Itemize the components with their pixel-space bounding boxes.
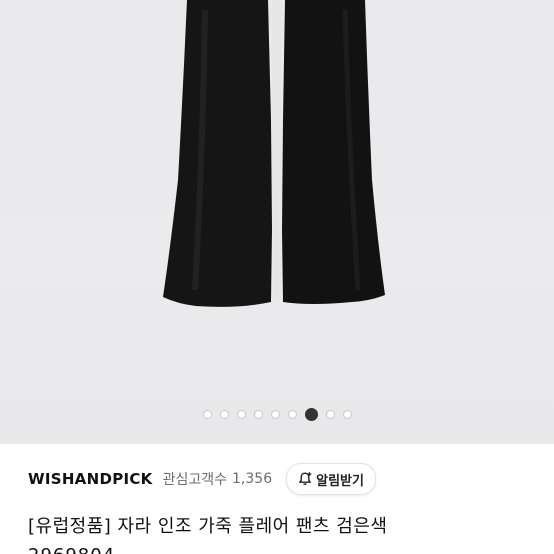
follower-label: 관심고객수 [162, 472, 228, 488]
product-photo [163, 0, 385, 307]
seller-name[interactable]: WISHANDPICK [28, 470, 153, 488]
product-code: 2969804 [28, 545, 115, 554]
carousel-dot[interactable] [236, 410, 246, 419]
carousel-dot[interactable] [325, 410, 335, 419]
product-title: [유럽정품] 자라 인조 가죽 플레어 팬츠 검은색 [28, 516, 388, 537]
notify-button[interactable]: 알림받기 [286, 463, 376, 495]
carousel-dot[interactable] [219, 410, 229, 419]
product-image-gallery[interactable] [0, 0, 554, 444]
carousel-dot-active[interactable] [304, 408, 318, 421]
carousel-dot[interactable] [202, 410, 212, 419]
carousel-dot[interactable] [287, 410, 297, 419]
carousel-dot[interactable] [270, 410, 280, 419]
carousel-dot[interactable] [253, 410, 263, 419]
follower-count: 1,356 [232, 471, 273, 487]
carousel-dot[interactable] [342, 410, 352, 419]
notify-button-label: 알림받기 [316, 473, 364, 489]
seller-row: WISHANDPICK 관심고객수 1,356 알림받기 [28, 460, 376, 498]
product-page: WISHANDPICK 관심고객수 1,356 알림받기 [유럽정품] 자라 인… [0, 0, 554, 554]
carousel-indicator[interactable] [0, 408, 554, 421]
bell-plus-icon [297, 471, 313, 487]
